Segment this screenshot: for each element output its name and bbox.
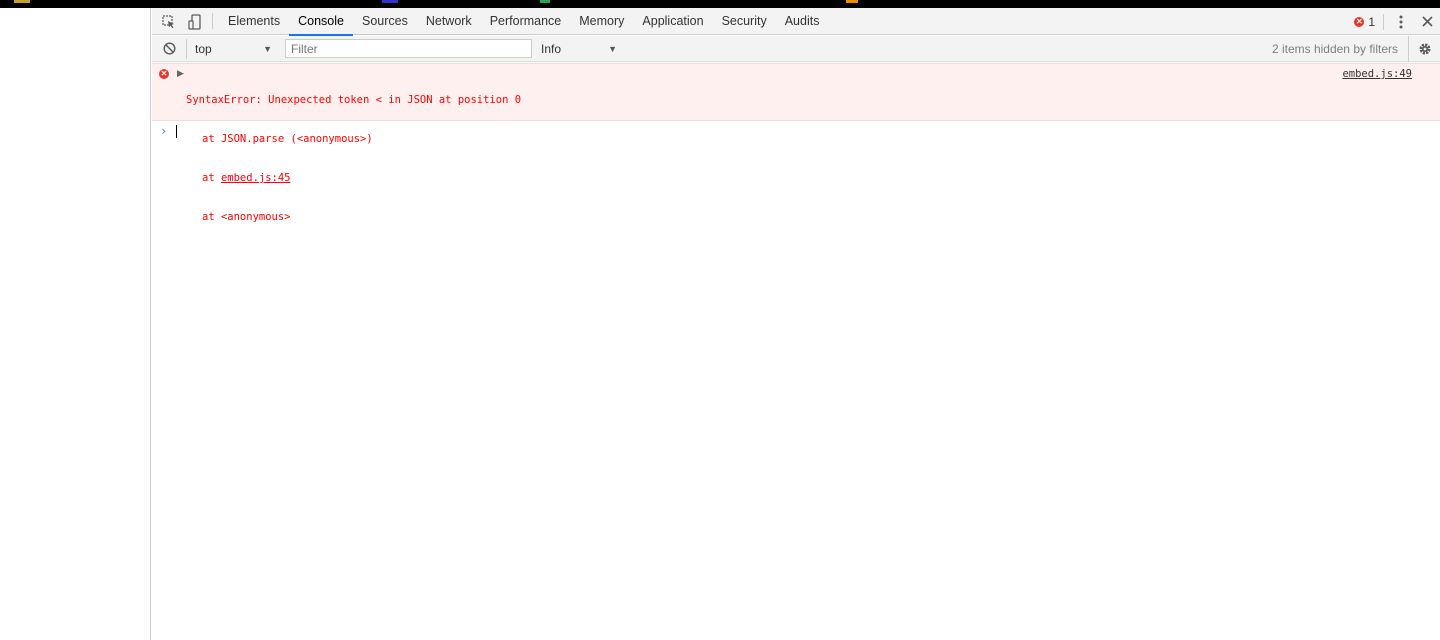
clear-console-icon[interactable] bbox=[152, 36, 186, 62]
error-counter[interactable]: ✕ 1 bbox=[1354, 15, 1375, 29]
filter-input[interactable] bbox=[285, 39, 532, 58]
console-output: ✕ ▶ SyntaxError: Unexpected token < in J… bbox=[152, 63, 1440, 223]
text-caret bbox=[176, 125, 177, 138]
devtools-tabbar: Elements Console Sources Network Perform… bbox=[152, 8, 1440, 36]
error-text: SyntaxError: Unexpected token < in JSON … bbox=[186, 68, 521, 250]
prompt-chevron-icon: › bbox=[160, 124, 168, 138]
tab-security[interactable]: Security bbox=[713, 8, 776, 35]
stack-frame: at <anonymous> bbox=[202, 211, 291, 223]
tab-elements[interactable]: Elements bbox=[219, 8, 289, 35]
devtools-panel: Elements Console Sources Network Perform… bbox=[152, 8, 1440, 640]
bookmark-icon bbox=[14, 0, 30, 3]
browser-top-strip bbox=[0, 0, 1440, 8]
tab-memory[interactable]: Memory bbox=[570, 8, 633, 35]
toolbar-divider bbox=[1383, 13, 1384, 30]
bookmark-icon bbox=[382, 0, 398, 3]
stack-frame-link[interactable]: embed.js:45 bbox=[221, 172, 291, 184]
tab-sources[interactable]: Sources bbox=[353, 8, 417, 35]
inspect-element-icon[interactable] bbox=[156, 8, 182, 35]
log-level-value: Info bbox=[541, 41, 562, 56]
error-count-value: 1 bbox=[1368, 14, 1375, 29]
hidden-items-note: 2 items hidden by filters bbox=[1271, 42, 1398, 56]
page-viewport bbox=[0, 8, 151, 640]
context-value: top bbox=[195, 41, 212, 56]
tab-application[interactable]: Application bbox=[633, 8, 712, 35]
bookmark-icon bbox=[846, 0, 858, 3]
log-level-selector[interactable]: Info ▼ bbox=[541, 39, 617, 59]
tab-network[interactable]: Network bbox=[417, 8, 481, 35]
source-link[interactable]: embed.js:49 bbox=[1342, 68, 1412, 80]
bookmark-icon bbox=[540, 0, 550, 3]
gear-icon[interactable] bbox=[1408, 36, 1440, 62]
tab-performance[interactable]: Performance bbox=[481, 8, 571, 35]
device-toolbar-icon[interactable] bbox=[182, 8, 208, 35]
tab-audits[interactable]: Audits bbox=[776, 8, 829, 35]
dropdown-arrow-icon: ▼ bbox=[263, 43, 272, 54]
toolbar-divider bbox=[212, 13, 213, 29]
stack-frame: at embed.js:45 bbox=[202, 172, 291, 184]
error-message: SyntaxError: Unexpected token < in JSON … bbox=[186, 94, 522, 106]
kebab-menu-icon[interactable] bbox=[1388, 8, 1414, 35]
dropdown-arrow-icon: ▼ bbox=[608, 43, 617, 54]
expand-triangle-icon[interactable]: ▶ bbox=[177, 68, 184, 79]
close-icon[interactable] bbox=[1414, 8, 1440, 35]
error-icon: ✕ bbox=[1354, 16, 1365, 27]
error-icon: ✕ bbox=[159, 69, 169, 79]
tab-console[interactable]: Console bbox=[289, 8, 353, 36]
console-error-message: ✕ ▶ SyntaxError: Unexpected token < in J… bbox=[152, 63, 1440, 223]
context-selector[interactable]: top ▼ bbox=[186, 38, 278, 59]
console-prompt[interactable]: › bbox=[152, 121, 1440, 141]
console-toolbar: top ▼ Info ▼ 2 items hidden by filters bbox=[152, 36, 1440, 62]
